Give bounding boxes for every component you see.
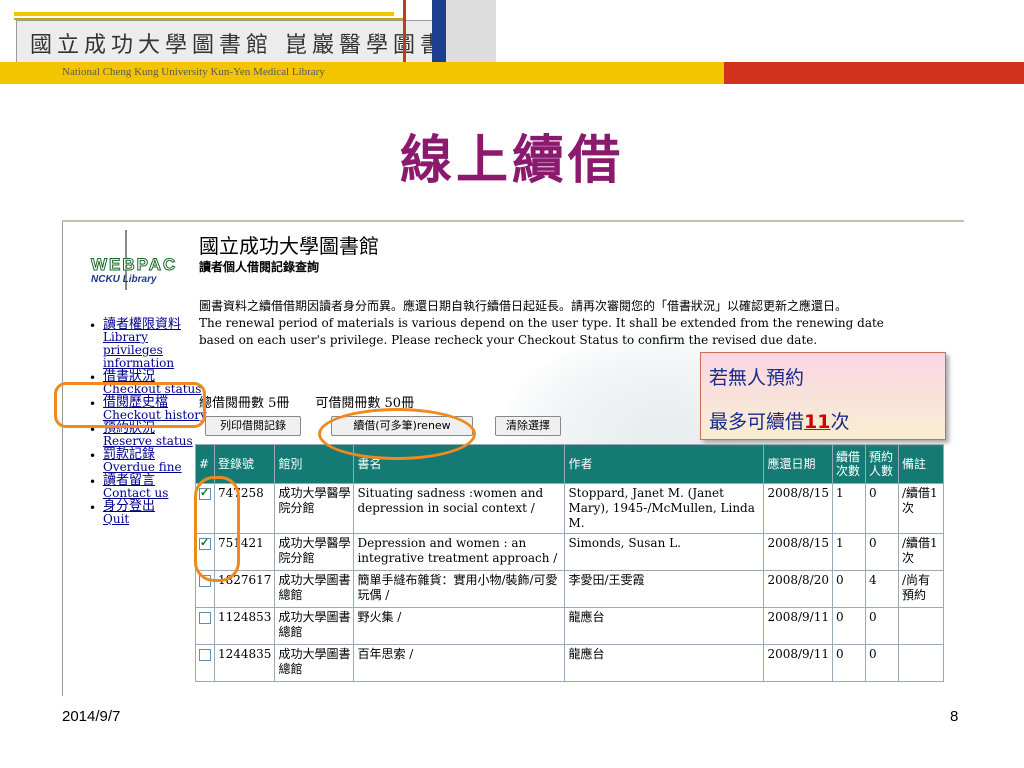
table-row: 1124853 成功大學圖書總館 野火集 / 龍應台 2008/9/11 0 0 — [195, 607, 944, 645]
cell-author: 李愛田/王雯霞 — [564, 570, 765, 608]
cell-branch: 成功大學醫學院分館 — [274, 533, 355, 571]
highlight-checkout-status — [54, 382, 206, 428]
cell-holds: 0 — [864, 533, 899, 571]
cell-branch: 成功大學圖書總館 — [274, 607, 355, 645]
table-row: 1244835 成功大學圖書總館 百年思索 / 龍應台 2008/9/11 0 0 — [195, 644, 944, 682]
bullet-icon: • — [89, 449, 97, 463]
header-red-bar — [724, 62, 1024, 84]
header-blue-block — [432, 0, 446, 62]
cell-due: 2008/8/15 — [763, 483, 833, 534]
highlight-checkboxes — [194, 476, 240, 582]
callout-line-2: 最多可續借11次 — [709, 411, 850, 433]
header-gray-block — [446, 0, 496, 62]
renewal-description: 圖書資料之續借借期因讀者身分而異。應還日期自執行續借日起延長。請再次審閱您的「借… — [199, 298, 899, 349]
cell-renewals: 1 — [831, 483, 866, 534]
clear-selection-button[interactable]: 清除選擇 — [495, 416, 561, 436]
renew-checkbox[interactable] — [199, 612, 211, 624]
cell-holds: 0 — [864, 607, 899, 645]
bullet-icon: • — [89, 319, 97, 333]
cell-id: 1244835 — [213, 644, 276, 682]
renew-checkbox[interactable] — [199, 649, 211, 661]
header-accent-line — [14, 12, 394, 16]
cell-author: Simonds, Susan L. — [564, 533, 765, 571]
cell-title: 百年思索 / — [353, 644, 566, 682]
cell-branch: 成功大學醫學院分館 — [274, 483, 355, 534]
slide-title: 線上續借 — [399, 131, 624, 191]
site-subtitle: 讀者個人借閱記錄查詢 — [199, 260, 320, 274]
footer-date: 2014/9/7 — [62, 708, 121, 725]
col-header-renewals: 續借次數 — [831, 444, 866, 484]
cell-renewals: 0 — [831, 607, 866, 645]
cell-select — [195, 644, 215, 682]
sidebar-item-overdue-fine[interactable]: • 罰款記錄 Overdue fine — [89, 448, 209, 474]
cell-due: 2008/9/11 — [763, 607, 833, 645]
cell-id: 1124853 — [213, 607, 276, 645]
cell-select — [195, 607, 215, 645]
highlight-renew-button — [318, 408, 476, 460]
bullet-icon: • — [89, 501, 97, 515]
col-header-due: 應還日期 — [763, 444, 833, 484]
cell-author: 龍應台 — [564, 644, 765, 682]
cell-title: Depression and women : an integrative tr… — [353, 533, 566, 571]
logo-sub: NCKU Library — [91, 274, 157, 285]
header-chinese-title: 國立成功大學圖書館 崑巖醫學圖書分館 — [30, 33, 501, 58]
cell-branch: 成功大學圖書總館 — [274, 644, 355, 682]
webpac-screenshot: WEBPAC NCKU Library 國立成功大學圖書館 讀者個人借閱記錄查詢… — [62, 222, 965, 696]
cell-holds: 0 — [864, 483, 899, 534]
cell-holds: 4 — [864, 570, 899, 608]
cell-note — [897, 607, 944, 645]
cell-renewals: 0 — [831, 644, 866, 682]
site-title: 國立成功大學圖書館 — [199, 234, 379, 258]
sidebar-item-privileges[interactable]: • 讀者權限資料 Library privileges information — [89, 318, 209, 370]
cell-renewals: 0 — [831, 570, 866, 608]
table-row: 751421成功大學醫學院分館Depression and women : an… — [195, 533, 944, 571]
col-header-author: 作者 — [564, 444, 765, 484]
cell-title: Situating sadness :women and depression … — [353, 483, 566, 534]
cell-due: 2008/8/15 — [763, 533, 833, 571]
page-number: 8 — [950, 708, 959, 725]
cell-holds: 0 — [864, 644, 899, 682]
cell-due: 2008/8/20 — [763, 570, 833, 608]
renewal-callout: 若無人預約 最多可續借11次 — [700, 352, 946, 440]
callout-line-1: 若無人預約 — [709, 367, 805, 389]
cell-title: 簡單手縫布雜貨：實用小物/裝飾/可愛玩偶 / — [353, 570, 566, 608]
webpac-logo[interactable]: WEBPAC NCKU Library — [91, 255, 201, 292]
description-zh: 圖書資料之續借借期因讀者身分而異。應還日期自執行續借日起延長。請再次審閱您的「借… — [199, 299, 848, 313]
cell-note: /續借1次 — [897, 483, 944, 534]
table-row: 1827617 成功大學圖書總館 簡單手縫布雜貨：實用小物/裝飾/可愛玩偶 / 李愛田… — [195, 570, 944, 608]
col-header-holds: 預約人數 — [864, 444, 899, 484]
cell-title: 野火集 / — [353, 607, 566, 645]
table-row: 747258成功大學醫學院分館Situating sadness :women … — [195, 483, 944, 534]
cell-note: /續借1次 — [897, 533, 944, 571]
sidebar-item-contact-us[interactable]: • 讀者留言 Contact us — [89, 474, 209, 500]
nav-link[interactable]: 讀者權限資料 Library privileges information — [103, 318, 209, 370]
callout-count: 11 — [804, 411, 831, 433]
col-header-note: 備註 — [897, 444, 944, 484]
logo-text: WEBPAC — [91, 255, 178, 274]
cell-author: Stoppard, Janet M. (Janet Mary), 1945-/M… — [564, 483, 765, 534]
description-en: The renewal period of materials is vario… — [199, 316, 884, 347]
cell-note — [897, 644, 944, 682]
cell-branch: 成功大學圖書總館 — [274, 570, 355, 608]
cell-note: /尚有預約 — [897, 570, 944, 608]
sidebar-item-quit[interactable]: • 身分登出 Quit — [89, 500, 209, 526]
checkout-table: # 登錄號 館別 書名 作者 應還日期 續借次數 預約人數 備註 747258成… — [195, 444, 944, 682]
cell-renewals: 1 — [831, 533, 866, 571]
print-records-button[interactable]: 列印借閱記錄 — [205, 416, 301, 436]
table-header-row: # 登錄號 館別 書名 作者 應還日期 續借次數 預約人數 備註 — [195, 444, 944, 484]
cell-author: 龍應台 — [564, 607, 765, 645]
cell-due: 2008/9/11 — [763, 644, 833, 682]
bullet-icon: • — [89, 475, 97, 489]
header-english-subtitle: National Cheng Kung University Kun-Yen M… — [62, 66, 325, 78]
nav-link[interactable]: 罰款記錄 Overdue fine — [103, 448, 209, 474]
